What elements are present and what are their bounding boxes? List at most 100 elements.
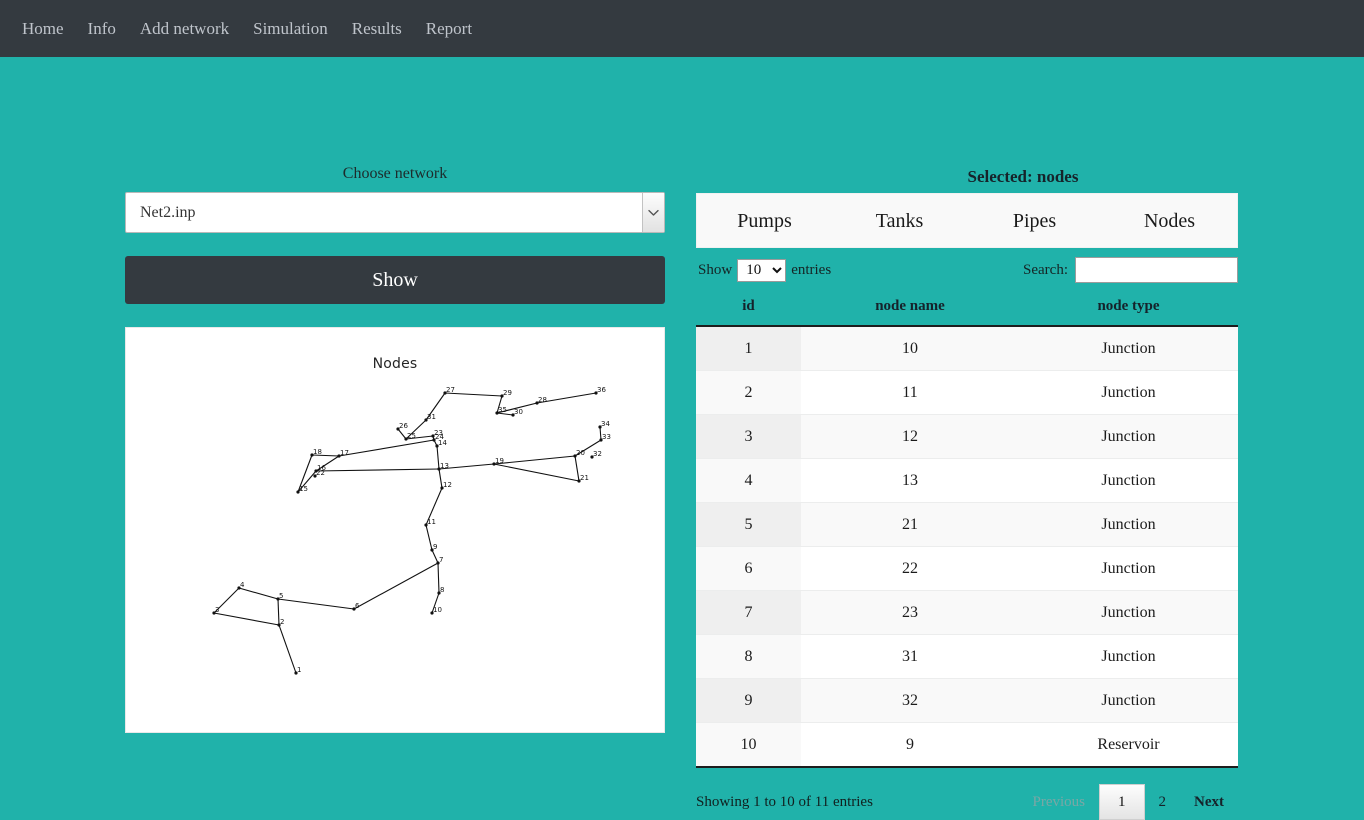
show-prefix-label: Show (698, 261, 733, 278)
table-cell-name: 12 (801, 414, 1019, 459)
network-edge (574, 455, 580, 482)
network-node-label: 20 (576, 449, 585, 457)
nav-item-add-network[interactable]: Add network (140, 20, 229, 37)
table-row[interactable]: 9 32 Junction (696, 678, 1238, 723)
table-card: Pumps Tanks Pipes Nodes Show 10 entries … (696, 193, 1238, 820)
table-row[interactable]: 5 21 Junction (696, 502, 1238, 547)
table-cell-id: 2 (696, 370, 801, 415)
tab-tanks[interactable]: Tanks (832, 211, 967, 231)
network-node-label: 21 (580, 474, 589, 482)
tab-pipes[interactable]: Pipes (967, 211, 1102, 231)
network-node-label: 26 (399, 422, 408, 430)
network-edge (353, 562, 439, 610)
network-edge (213, 612, 280, 626)
pagination-next[interactable]: Next (1180, 785, 1238, 819)
nav-item-info[interactable]: Info (88, 20, 116, 37)
table-cell-type: Junction (1019, 546, 1238, 591)
table-cell-name: 13 (801, 458, 1019, 503)
table-cell-name: 9 (801, 722, 1019, 768)
network-node-label: 5 (279, 592, 283, 600)
table-cell-type: Junction (1019, 590, 1238, 635)
network-node-label: 28 (538, 396, 547, 404)
selected-title: Selected: nodes (967, 167, 1079, 186)
column-header-node-name[interactable]: node name (801, 292, 1019, 327)
table-cell-name: 10 (801, 326, 1019, 371)
network-edge (315, 468, 440, 472)
table-row[interactable]: 7 23 Junction (696, 590, 1238, 635)
nodes-table: id node name node type 1 10 Junction 2 11 Jun… (696, 292, 1238, 768)
pagination-page-2[interactable]: 2 (1145, 785, 1181, 819)
network-node-label: 6 (355, 602, 360, 610)
network-node-label: 24 (435, 433, 444, 441)
show-button[interactable]: Show (125, 256, 665, 304)
tab-nodes[interactable]: Nodes (1102, 211, 1237, 231)
network-edge (431, 549, 439, 564)
tab-pumps[interactable]: Pumps (697, 211, 832, 231)
network-edge (238, 587, 279, 600)
table-cell-type: Junction (1019, 414, 1238, 459)
nav-item-results[interactable]: Results (352, 20, 402, 37)
table-cell-type: Junction (1019, 634, 1238, 679)
network-select-wrapper: Net2.inp (125, 192, 665, 233)
table-cell-id: 6 (696, 546, 801, 591)
table-cell-id: 1 (696, 326, 801, 371)
table-row[interactable]: 6 22 Junction (696, 546, 1238, 591)
table-cell-type: Junction (1019, 678, 1238, 723)
network-edge (493, 455, 576, 465)
network-node-label: 3 (215, 606, 219, 614)
table-body: 1 10 Junction 2 11 Junction 3 12 Junction 4 13 Junc… (696, 326, 1238, 768)
network-edge (436, 445, 440, 470)
table-header-row: id node name node type (696, 292, 1238, 327)
table-cell-id: 7 (696, 590, 801, 635)
network-select[interactable]: Net2.inp (125, 192, 665, 233)
network-node-label: 8 (440, 586, 444, 594)
nav-item-simulation[interactable]: Simulation (253, 20, 328, 37)
table-cell-id: 9 (696, 678, 801, 723)
table-cell-type: Junction (1019, 370, 1238, 415)
left-column: Choose network Net2.inp Show Nodes 12345… (0, 57, 682, 781)
entries-length-select[interactable]: 10 (737, 258, 787, 282)
network-node-label: 18 (313, 448, 322, 456)
column-header-id[interactable]: id (696, 292, 801, 327)
pagination-page-1[interactable]: 1 (1099, 784, 1145, 820)
table-row[interactable]: 1 10 Junction (696, 326, 1238, 371)
network-node-label: 32 (593, 450, 602, 458)
search-label: Search: (1023, 261, 1068, 278)
right-column: Selected: nodes Pumps Tanks Pipes Nodes … (682, 57, 1364, 820)
network-node-label: 22 (316, 469, 325, 477)
table-row[interactable]: 8 31 Junction (696, 634, 1238, 679)
network-plot-panel: Nodes 1 2 3 4 5 6 7 8 9 10 11 12 13 14 15 16 17 18 19 20 21 2… (125, 327, 665, 733)
nav-item-report[interactable]: Report (426, 20, 472, 37)
network-node-label: 17 (340, 449, 349, 457)
network-node-label: 25 (407, 432, 416, 440)
network-node-label: 29 (503, 389, 512, 397)
network-edge (425, 524, 433, 551)
table-cell-type: Junction (1019, 326, 1238, 371)
table-row[interactable]: 10 9 Reservoir (696, 722, 1238, 768)
table-cell-id: 10 (696, 722, 801, 768)
search-control: Search: (1023, 257, 1238, 283)
network-node-label: 27 (446, 386, 455, 394)
network-node-label: 31 (427, 413, 436, 421)
table-cell-id: 8 (696, 634, 801, 679)
column-header-node-type[interactable]: node type (1019, 292, 1238, 327)
choose-network-label: Choose network (342, 165, 448, 182)
table-row[interactable]: 4 13 Junction (696, 458, 1238, 503)
table-cell-type: Junction (1019, 458, 1238, 503)
nav-item-home[interactable]: Home (22, 20, 64, 37)
network-edge (437, 562, 440, 594)
table-cell-name: 32 (801, 678, 1019, 723)
search-input[interactable] (1075, 257, 1238, 283)
network-node-label: 34 (601, 420, 610, 428)
table-cell-id: 4 (696, 458, 801, 503)
network-node-label: 1 (297, 666, 301, 674)
network-node-label: 11 (427, 518, 436, 526)
table-row[interactable]: 3 12 Junction (696, 414, 1238, 459)
table-cell-name: 21 (801, 502, 1019, 547)
network-node-label: 13 (440, 462, 449, 470)
top-navbar: Home Info Add network Simulation Results… (0, 0, 1364, 57)
network-edge (277, 598, 280, 626)
table-row[interactable]: 2 11 Junction (696, 370, 1238, 415)
pagination-previous[interactable]: Previous (1019, 785, 1100, 819)
table-footer: Showing 1 to 10 of 11 entries Previous 1… (696, 784, 1238, 820)
